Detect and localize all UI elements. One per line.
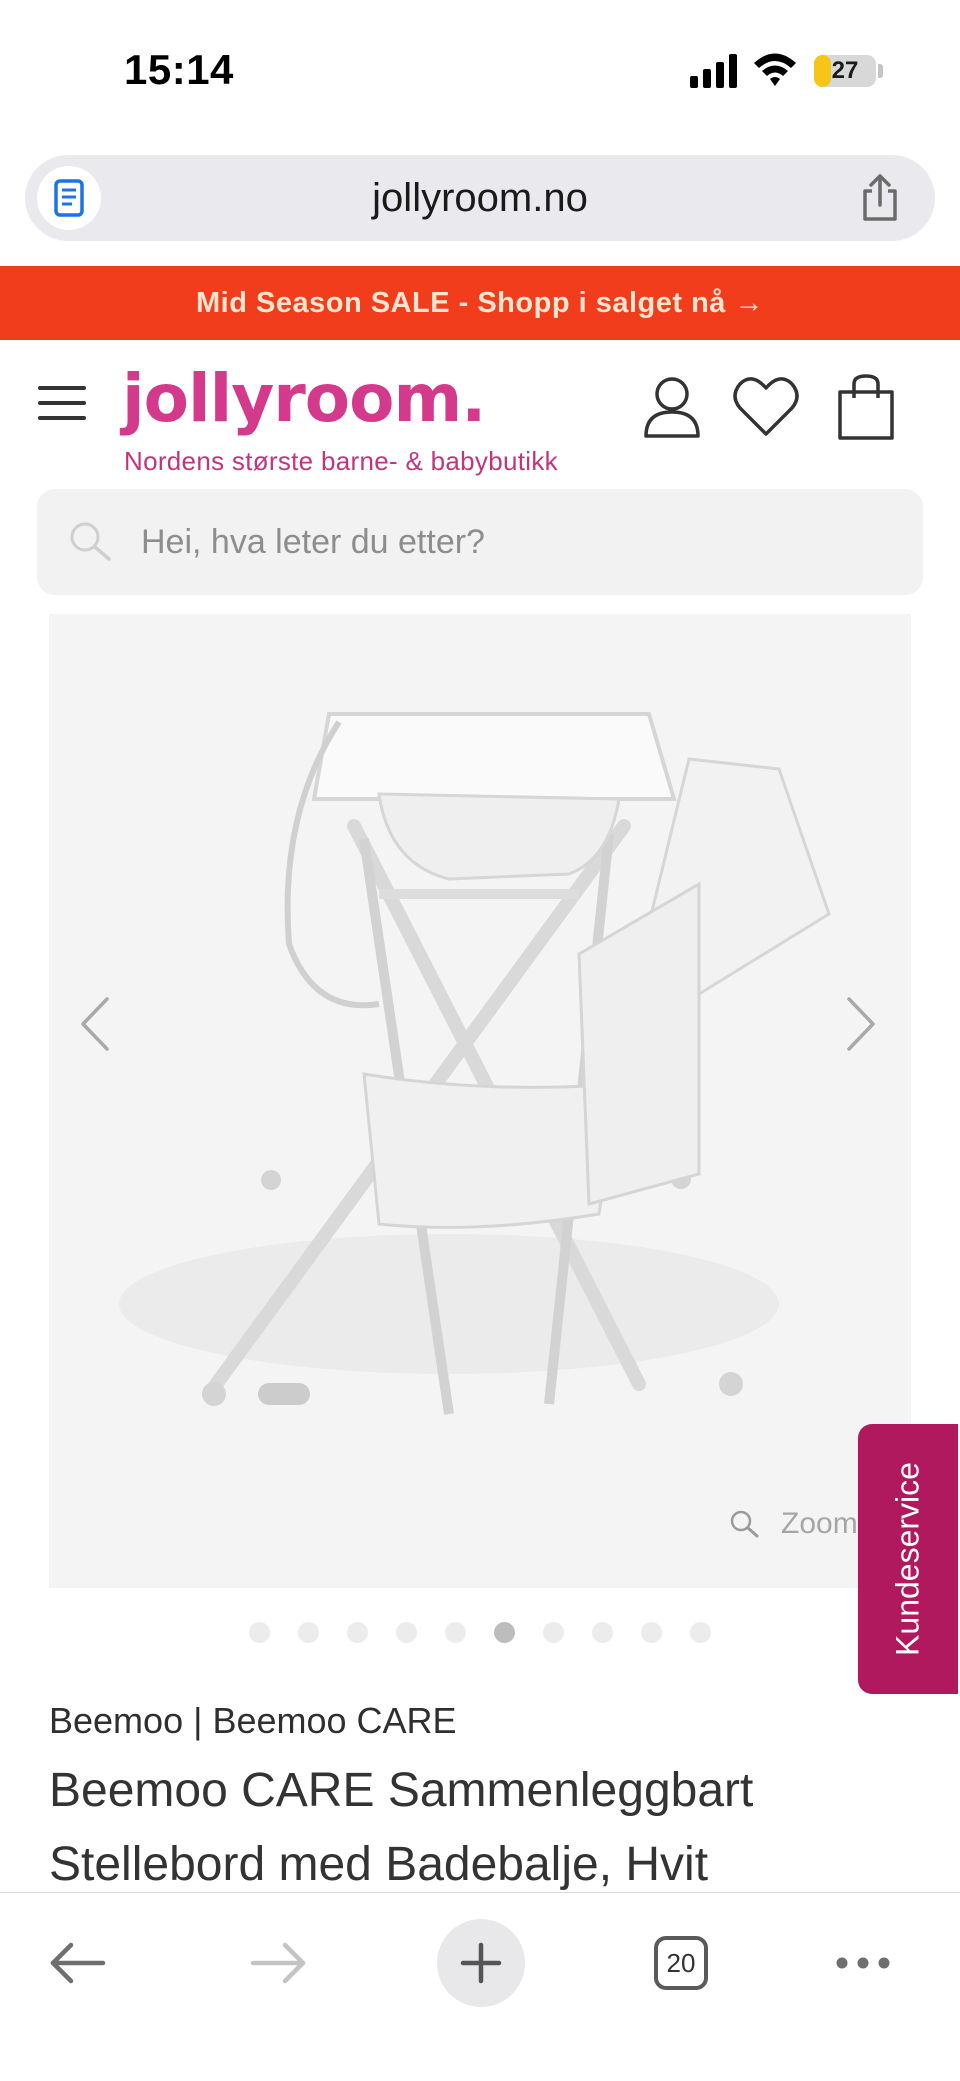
plus-icon bbox=[460, 1942, 502, 1984]
pagination-dot[interactable] bbox=[249, 1622, 270, 1643]
pagination-dot[interactable] bbox=[592, 1622, 613, 1643]
promo-banner[interactable]: Mid Season SALE - Shopp i salget nå → bbox=[0, 266, 960, 340]
zoom-icon bbox=[730, 1510, 759, 1538]
product-image[interactable]: Zoom bbox=[49, 614, 911, 1588]
forward-arrow-icon bbox=[250, 1942, 306, 1984]
promo-text[interactable]: Mid Season SALE - Shopp i salget nå → bbox=[196, 287, 764, 320]
search-input[interactable] bbox=[141, 489, 881, 595]
more-button[interactable] bbox=[818, 1918, 908, 2008]
tabs-button[interactable]: 20 bbox=[636, 1918, 726, 2008]
back-button[interactable] bbox=[32, 1918, 122, 2008]
status-time: 15:14 bbox=[124, 46, 234, 93]
next-image-arrow-icon[interactable] bbox=[829, 979, 889, 1069]
more-dots-icon bbox=[836, 1957, 890, 1969]
site-tagline: Nordens største barne- & babybutikk bbox=[124, 446, 558, 476]
pagination-dot[interactable] bbox=[690, 1622, 711, 1643]
bag-icon[interactable] bbox=[834, 374, 898, 440]
pagination-dot[interactable] bbox=[494, 1622, 515, 1643]
pagination-dot[interactable] bbox=[396, 1622, 417, 1643]
new-tab-button[interactable] bbox=[436, 1918, 526, 2008]
image-pagination-dots bbox=[0, 1622, 960, 1643]
url-text[interactable]: jollyroom.no bbox=[25, 155, 935, 241]
forward-button[interactable] bbox=[234, 1918, 324, 2008]
battery-tip bbox=[878, 64, 883, 78]
search-icon bbox=[70, 522, 111, 561]
previous-image-arrow-icon[interactable] bbox=[67, 979, 127, 1069]
product-photo bbox=[119, 712, 831, 1415]
battery-icon: 27 bbox=[814, 55, 876, 87]
pagination-dot[interactable] bbox=[543, 1622, 564, 1643]
heart-icon[interactable] bbox=[732, 374, 800, 440]
tab-count: 20 bbox=[666, 1947, 696, 1978]
browser-toolbar: 20 bbox=[0, 1892, 960, 2081]
search-bar[interactable] bbox=[37, 489, 923, 595]
product-brand[interactable]: Beemoo | Beemoo CARE bbox=[49, 1700, 457, 1742]
pagination-dot[interactable] bbox=[445, 1622, 466, 1643]
back-arrow-icon bbox=[50, 1942, 106, 1984]
product-title: Beemoo CARE Sammenleggbart Stellebord me… bbox=[49, 1764, 754, 1891]
menu-icon[interactable] bbox=[38, 386, 86, 420]
tab-count-icon: 20 bbox=[654, 1936, 708, 1990]
customer-service-tab[interactable]: Kundeservice bbox=[858, 1424, 958, 1694]
account-icon[interactable] bbox=[640, 374, 704, 440]
wifi-icon bbox=[754, 53, 796, 86]
share-icon[interactable] bbox=[855, 173, 905, 223]
pagination-dot[interactable] bbox=[347, 1622, 368, 1643]
zoom-button[interactable]: Zoom bbox=[729, 1494, 858, 1554]
address-bar[interactable]: jollyroom.no bbox=[25, 155, 935, 241]
cellular-signal-icon bbox=[690, 54, 737, 88]
pagination-dot[interactable] bbox=[641, 1622, 662, 1643]
battery-percent: 27 bbox=[831, 57, 859, 84]
zoom-label: Zoom bbox=[781, 1507, 858, 1540]
site-logo[interactable]: jollyroom. bbox=[122, 360, 486, 437]
reader-mode-button[interactable] bbox=[37, 166, 101, 230]
pagination-dot[interactable] bbox=[298, 1622, 319, 1643]
status-bar: 15:14 27 bbox=[0, 0, 960, 140]
reader-mode-icon bbox=[54, 179, 84, 217]
